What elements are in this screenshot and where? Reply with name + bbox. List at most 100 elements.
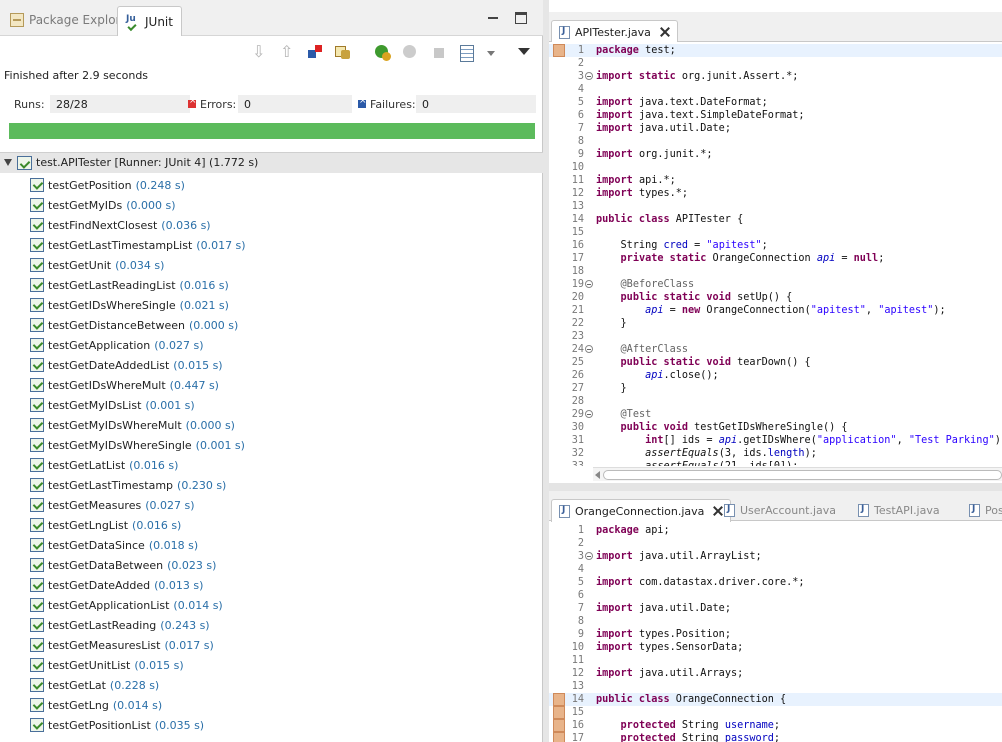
test-case-row[interactable]: testGetLastReadingList (0.016 s) [30, 275, 229, 295]
test-case-row[interactable]: testFindNextClosest (0.036 s) [30, 215, 211, 235]
code-line[interactable]: 4 [549, 83, 1002, 96]
code-line[interactable]: 3 import java.util.ArrayList; [549, 550, 1002, 563]
code-line[interactable]: 30 public void testGetIDsWhereSingle() { [549, 421, 1002, 434]
test-case-row[interactable]: testGetLat (0.228 s) [30, 675, 159, 695]
code-line[interactable]: 5 import com.datastax.driver.core.*; [549, 576, 1002, 589]
code-line[interactable]: 23 [549, 330, 1002, 343]
test-case-row[interactable]: testGetDataBetween (0.023 s) [30, 555, 216, 575]
test-case-row[interactable]: testGetApplicationList (0.014 s) [30, 595, 223, 615]
test-run-history-icon[interactable] [458, 44, 476, 62]
code-line[interactable]: 6 import java.text.SimpleDateFormat; [549, 109, 1002, 122]
code-line[interactable]: 11 import api.*; [549, 174, 1002, 187]
code-line[interactable]: 10 [549, 161, 1002, 174]
test-case-row[interactable]: testGetLastTimestampList (0.017 s) [30, 235, 246, 255]
test-case-row[interactable]: testGetLastTimestamp (0.230 s) [30, 475, 226, 495]
code-line[interactable]: 6 [549, 589, 1002, 602]
test-case-row[interactable]: testGetIDsWhereMult (0.447 s) [30, 375, 219, 395]
test-suite-row[interactable]: test.APITester [Runner: JUnit 4] (1.772 … [0, 153, 543, 173]
history-dropdown-icon[interactable] [484, 44, 502, 62]
rerun-failed-first-icon[interactable] [402, 44, 420, 62]
fold-icon[interactable] [585, 72, 593, 80]
horizontal-scrollbar[interactable] [593, 467, 1002, 481]
code-line[interactable]: 33 assertEquals(21, ids[0]); [549, 460, 1002, 466]
test-case-row[interactable]: testGetLastReading (0.243 s) [30, 615, 210, 635]
view-menu-icon[interactable] [516, 44, 534, 62]
code-line[interactable]: 32 assertEquals(3, ids.length); [549, 447, 1002, 460]
code-line[interactable]: 1 package api; [549, 524, 1002, 537]
code-editor-apitester[interactable]: 1 package test; 2 3 import static org.junit.… [549, 42, 1002, 466]
tab-orangeconnection-java[interactable]: OrangeConnection.java [551, 499, 732, 522]
code-line[interactable]: 20 public static void setUp() { [549, 291, 1002, 304]
code-line[interactable]: 14 public class APITester { [549, 213, 1002, 226]
code-line[interactable]: 13 [549, 680, 1002, 693]
code-line[interactable]: 14 public class OrangeConnection { [549, 693, 1002, 706]
code-line[interactable]: 1 package test; [549, 44, 1002, 57]
test-case-row[interactable]: testGetIDsWhereSingle (0.021 s) [30, 295, 229, 315]
code-line[interactable]: 2 [549, 537, 1002, 550]
test-case-row[interactable]: testGetMeasuresList (0.017 s) [30, 635, 214, 655]
test-case-row[interactable]: testGetMyIDsList (0.001 s) [30, 395, 195, 415]
code-line[interactable]: 17 protected String password; [549, 732, 1002, 742]
tab-position-java[interactable]: Pos [962, 499, 1002, 521]
code-line[interactable]: 13 [549, 200, 1002, 213]
test-case-row[interactable]: testGetPosition (0.248 s) [30, 175, 185, 195]
code-line[interactable]: 12 import java.util.Arrays; [549, 667, 1002, 680]
code-line[interactable]: 3 import static org.junit.Assert.*; [549, 70, 1002, 83]
test-case-row[interactable]: testGetLatList (0.016 s) [30, 455, 178, 475]
code-line[interactable]: 10 import types.SensorData; [549, 641, 1002, 654]
fold-icon[interactable] [585, 280, 593, 288]
test-case-row[interactable]: testGetUnit (0.034 s) [30, 255, 164, 275]
test-case-row[interactable]: testGetLngList (0.016 s) [30, 515, 181, 535]
test-case-row[interactable]: testGetMyIDsWhereMult (0.000 s) [30, 415, 235, 435]
fold-icon[interactable] [585, 345, 593, 353]
show-failures-only-icon[interactable] [306, 44, 324, 62]
close-icon[interactable] [660, 27, 670, 37]
code-line[interactable]: 19 @BeforeClass [549, 278, 1002, 291]
code-line[interactable]: 15 [549, 706, 1002, 719]
maximize-icon[interactable] [515, 12, 527, 24]
test-case-row[interactable]: testGetDateAddedList (0.015 s) [30, 355, 223, 375]
test-case-row[interactable]: testGetLng (0.014 s) [30, 695, 162, 715]
code-line[interactable]: 2 [549, 57, 1002, 70]
scroll-left-icon[interactable] [595, 471, 600, 479]
code-line[interactable]: 4 [549, 563, 1002, 576]
code-line[interactable]: 8 [549, 135, 1002, 148]
code-line[interactable]: 28 [549, 395, 1002, 408]
code-line[interactable]: 12 import types.*; [549, 187, 1002, 200]
code-line[interactable]: 26 api.close(); [549, 369, 1002, 382]
test-case-row[interactable]: testGetPositionList (0.035 s) [30, 715, 204, 735]
code-line[interactable]: 31 int[] ids = api.getIDsWhere("applicat… [549, 434, 1002, 447]
code-editor-orangeconnection[interactable]: 1 package api; 2 3 import java.util.ArrayLis… [549, 522, 1002, 742]
code-line[interactable]: 15 [549, 226, 1002, 239]
test-case-row[interactable]: testGetMyIDs (0.000 s) [30, 195, 176, 215]
fold-icon[interactable] [585, 552, 593, 560]
code-line[interactable]: 9 import types.Position; [549, 628, 1002, 641]
code-line[interactable]: 9 import org.junit.*; [549, 148, 1002, 161]
previous-failure-icon[interactable] [278, 42, 296, 62]
rerun-test-icon[interactable] [374, 44, 392, 62]
test-case-row[interactable]: testGetUnitList (0.015 s) [30, 655, 184, 675]
code-line[interactable]: 24 @AfterClass [549, 343, 1002, 356]
scroll-lock-icon[interactable] [334, 44, 352, 62]
code-line[interactable]: 7 import java.util.Date; [549, 122, 1002, 135]
test-case-row[interactable]: testGetDateAdded (0.013 s) [30, 575, 203, 595]
tab-useraccount-java[interactable]: UserAccount.java [717, 499, 843, 521]
code-line[interactable]: 5 import java.text.DateFormat; [549, 96, 1002, 109]
code-line[interactable]: 16 String cred = "apitest"; [549, 239, 1002, 252]
tab-junit[interactable]: JUnit [117, 6, 182, 36]
code-line[interactable]: 25 public static void tearDown() { [549, 356, 1002, 369]
code-line[interactable]: 8 [549, 615, 1002, 628]
scrollbar-thumb[interactable] [603, 470, 1002, 480]
test-tree[interactable]: test.APITester [Runner: JUnit 4] (1.772 … [0, 152, 543, 742]
code-line[interactable]: 29 @Test [549, 408, 1002, 421]
code-line[interactable]: 11 [549, 654, 1002, 667]
editor-splitter[interactable] [549, 483, 1002, 491]
tab-testapi-java[interactable]: TestAPI.java [851, 499, 947, 521]
code-line[interactable]: 21 api = new OrangeConnection("apitest",… [549, 304, 1002, 317]
code-line[interactable]: 27 } [549, 382, 1002, 395]
test-case-row[interactable]: testGetDistanceBetween (0.000 s) [30, 315, 238, 335]
fold-icon[interactable] [585, 410, 593, 418]
tab-apitester-java[interactable]: APITester.java [551, 20, 678, 43]
test-case-row[interactable]: testGetMeasures (0.027 s) [30, 495, 195, 515]
next-failure-icon[interactable] [250, 42, 268, 62]
